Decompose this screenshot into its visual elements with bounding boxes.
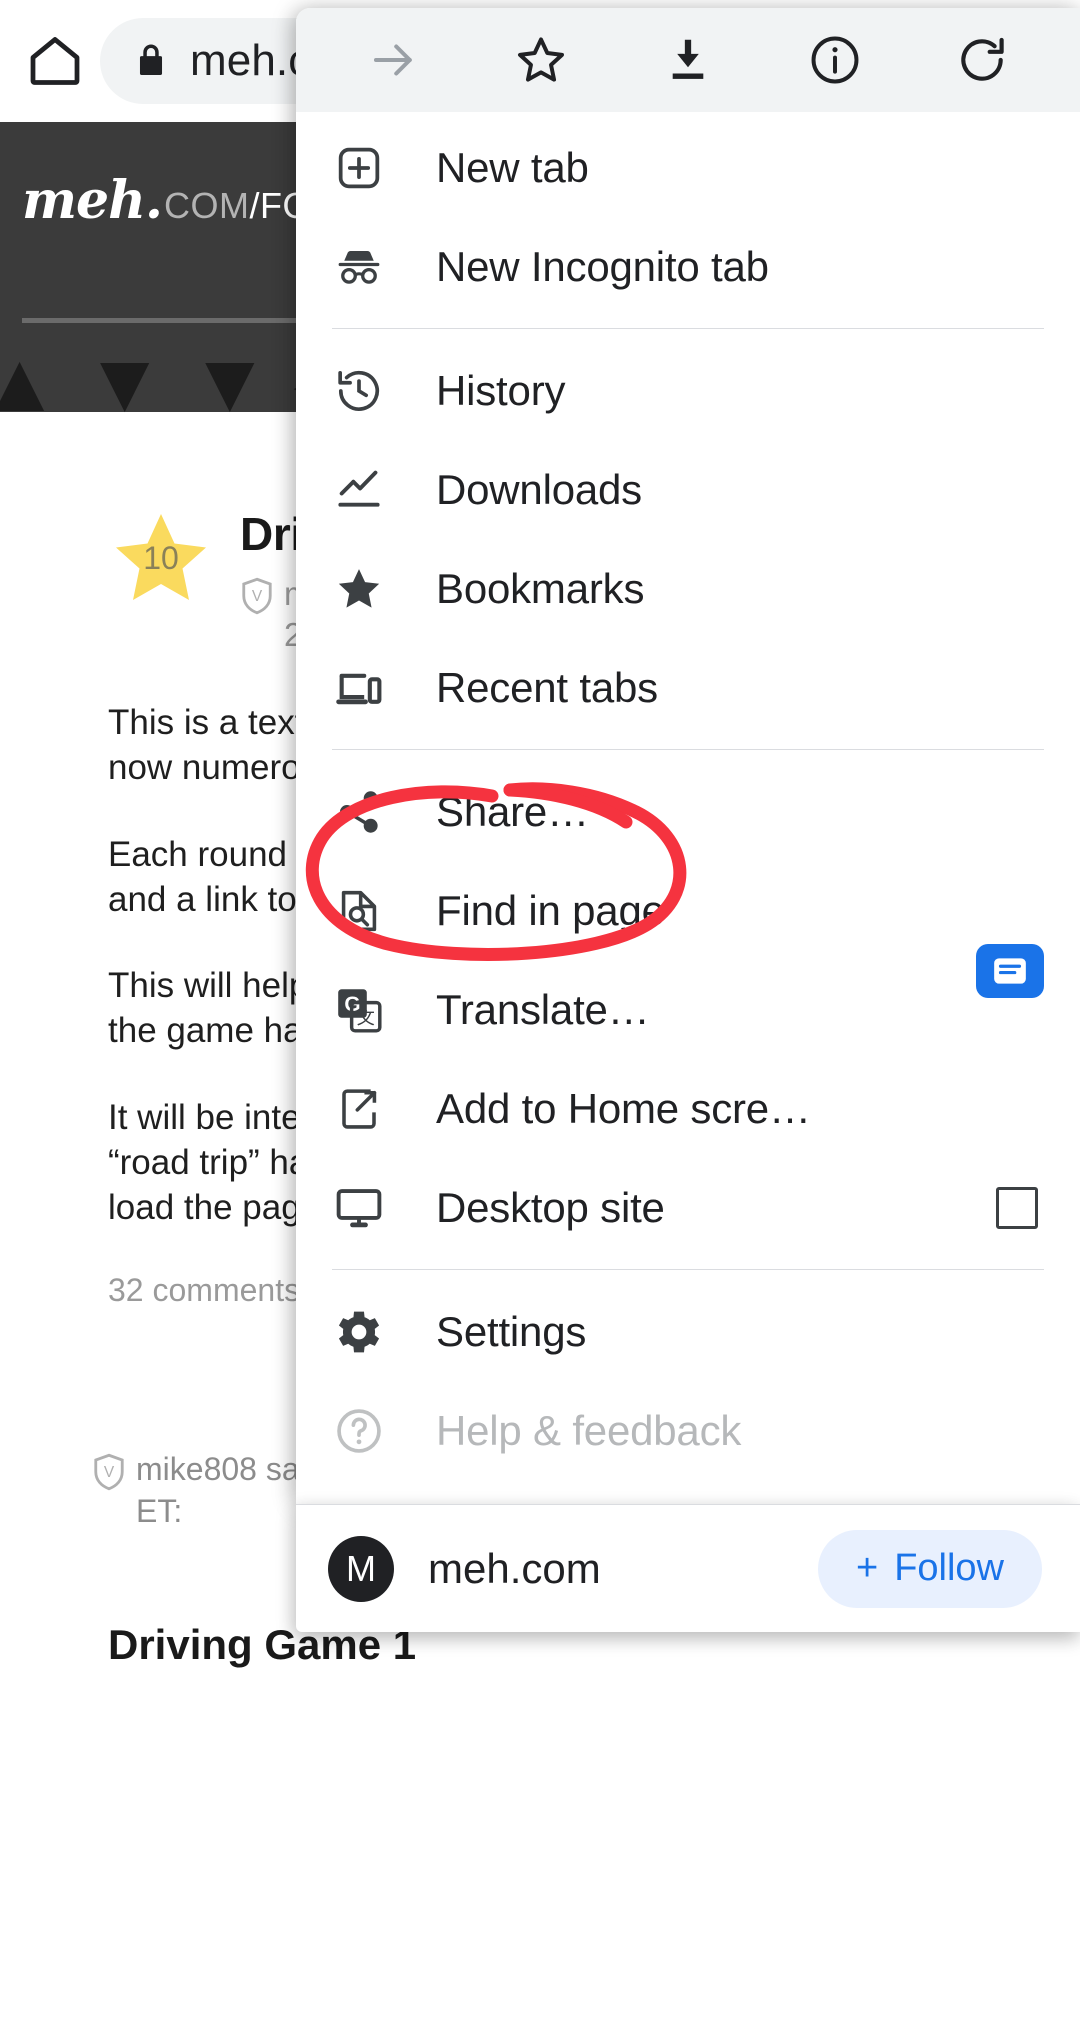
menu-icon-row xyxy=(296,8,1080,112)
menu-item-label: Bookmarks xyxy=(436,564,645,612)
account-domain-text: meh.com xyxy=(428,1544,601,1592)
follow-button[interactable]: + Follow xyxy=(817,1529,1042,1608)
find-in-page-icon xyxy=(330,886,388,936)
menu-item-find-in-page[interactable]: Find in page xyxy=(296,861,1080,960)
incognito-icon xyxy=(330,241,388,293)
menu-item-label: New tab xyxy=(436,143,589,191)
menu-item-list: New tab New Incognito tab History Downlo… xyxy=(296,112,1080,1480)
menu-item-label: New Incognito tab xyxy=(436,242,769,290)
avatar-letter: M xyxy=(346,1547,376,1589)
browser-overflow-menu: New tab New Incognito tab History Downlo… xyxy=(296,8,1080,1504)
menu-item-label: History xyxy=(436,366,566,414)
menu-item-label: Settings xyxy=(436,1307,587,1355)
score-star-badge: 10 xyxy=(108,510,214,610)
menu-divider xyxy=(332,749,1044,750)
bookmarks-star-icon xyxy=(330,563,388,615)
lock-icon xyxy=(130,40,172,82)
logo-com-text: COM xyxy=(164,185,250,226)
download-icon[interactable] xyxy=(643,15,733,105)
plus-icon: + xyxy=(855,1547,879,1589)
translate-icon: G 文 xyxy=(330,984,388,1036)
share-target-badge-icon[interactable] xyxy=(976,944,1044,998)
menu-item-desktop-site[interactable]: Desktop site xyxy=(296,1158,1080,1257)
help-icon xyxy=(330,1405,388,1457)
recent-tabs-icon xyxy=(330,662,388,714)
star-outline-icon[interactable] xyxy=(496,15,586,105)
menu-item-history[interactable]: History xyxy=(296,341,1080,440)
desktop-site-checkbox-wrapper[interactable] xyxy=(996,1186,1038,1229)
menu-item-bookmarks[interactable]: Bookmarks xyxy=(296,539,1080,638)
home-icon[interactable] xyxy=(22,28,88,94)
score-value: 10 xyxy=(143,540,179,576)
menu-item-label: Translate… xyxy=(436,985,650,1033)
menu-item-settings[interactable]: Settings xyxy=(296,1282,1080,1381)
menu-item-help-and-feedback[interactable]: Help & feedback xyxy=(296,1381,1080,1480)
menu-item-label: Downloads xyxy=(436,465,642,513)
menu-item-recent-tabs[interactable]: Recent tabs xyxy=(296,638,1080,737)
menu-item-label: Find in page xyxy=(436,886,665,934)
add-to-home-icon xyxy=(330,1084,388,1134)
account-bar: M meh.com + Follow xyxy=(296,1504,1080,1632)
svg-text:文: 文 xyxy=(357,1007,375,1027)
menu-item-add-to-home-screen[interactable]: Add to Home scre… xyxy=(296,1059,1080,1158)
menu-item-label: Help & feedback xyxy=(436,1406,742,1454)
menu-item-new-tab[interactable]: New tab xyxy=(296,118,1080,217)
svg-text:V: V xyxy=(104,1464,115,1481)
menu-item-label: Add to Home scre… xyxy=(436,1084,811,1132)
new-tab-icon xyxy=(330,143,388,193)
downloads-icon xyxy=(330,464,388,516)
follow-button-label: Follow xyxy=(894,1547,1004,1589)
history-icon xyxy=(330,365,388,417)
share-icon xyxy=(330,787,388,837)
desktop-site-icon xyxy=(330,1182,388,1234)
desktop-site-checkbox[interactable] xyxy=(996,1186,1038,1229)
logo-meh-text: meh. xyxy=(22,170,163,231)
menu-divider xyxy=(332,328,1044,329)
menu-item-label: Desktop site xyxy=(436,1183,665,1231)
menu-item-downloads[interactable]: Downloads xyxy=(296,440,1080,539)
menu-item-share[interactable]: Share… xyxy=(296,762,1080,861)
menu-item-label: Recent tabs xyxy=(436,663,658,711)
menu-item-new-incognito-tab[interactable]: New Incognito tab xyxy=(296,217,1080,316)
svg-text:V: V xyxy=(252,588,263,605)
info-icon[interactable] xyxy=(790,15,880,105)
menu-item-translate[interactable]: G 文 Translate… xyxy=(296,960,1080,1059)
menu-item-label: Share… xyxy=(436,787,589,835)
menu-divider xyxy=(332,1269,1044,1270)
verified-shield-icon-quote: V xyxy=(92,1453,126,1502)
avatar[interactable]: M xyxy=(328,1535,394,1602)
reload-icon[interactable] xyxy=(937,15,1027,105)
forward-arrow-icon[interactable] xyxy=(349,15,439,105)
settings-gear-icon xyxy=(330,1306,388,1358)
verified-shield-icon: V xyxy=(240,577,274,624)
